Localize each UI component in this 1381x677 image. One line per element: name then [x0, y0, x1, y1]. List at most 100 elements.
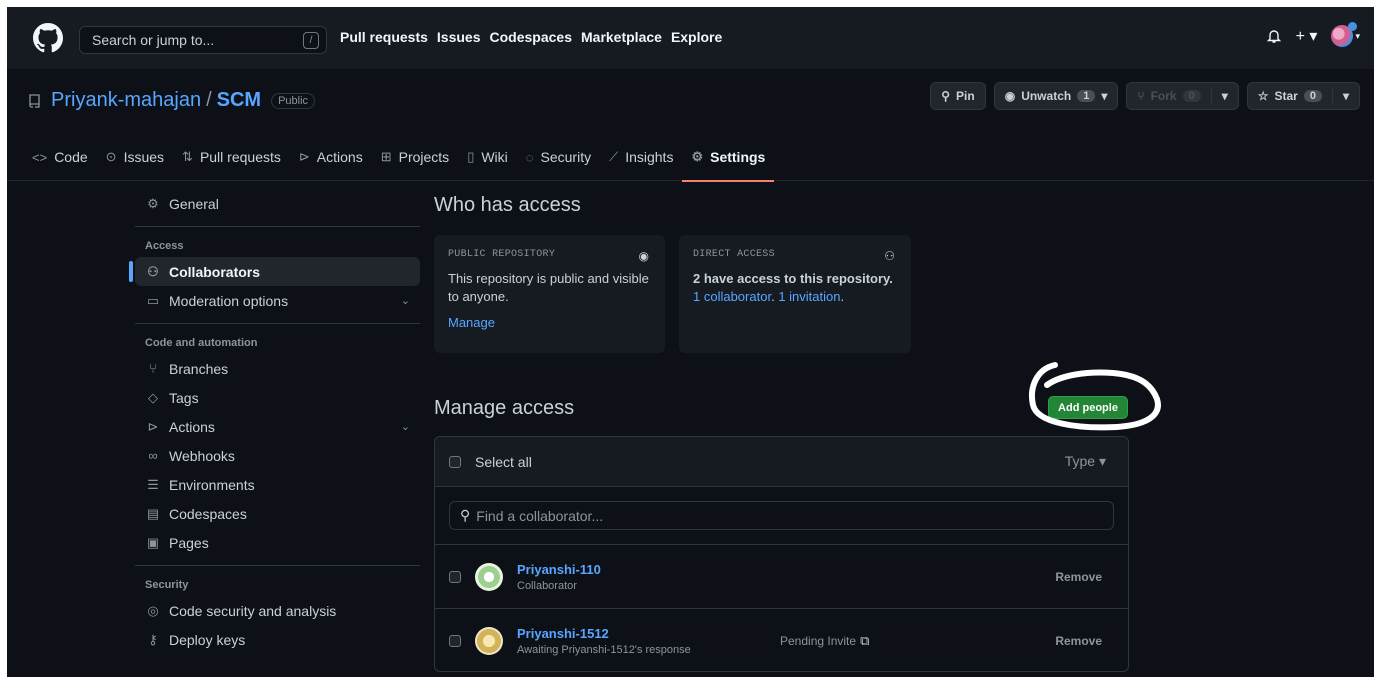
collaborator-link[interactable]: 1 collaborator	[693, 289, 771, 304]
tab-label: Security	[540, 149, 592, 165]
tab-settings[interactable]: ⚙ Settings	[682, 139, 775, 182]
pending-invite-text: Pending Invite	[780, 634, 857, 648]
unwatch-button[interactable]: ◉ Unwatch 1 ▾	[993, 82, 1119, 110]
tab-code[interactable]: <> Code	[23, 139, 97, 175]
table-row: Priyanshi-1512 Awaiting Priyanshi-1512's…	[435, 609, 1128, 671]
row-checkbox[interactable]	[449, 635, 461, 647]
sidebar-item-moderation[interactable]: ▭ Moderation options ⌄	[135, 286, 420, 315]
manage-link[interactable]: Manage	[448, 314, 651, 332]
tab-security[interactable]: ◌ Security	[517, 139, 600, 175]
nav-explore[interactable]: Explore	[671, 29, 722, 45]
public-repository-card: PUBLIC REPOSITORY ◉ This repository is p…	[434, 235, 665, 353]
tag-icon: ◇	[148, 389, 158, 405]
github-logo-icon[interactable]	[33, 23, 63, 53]
nav-pull-requests[interactable]: Pull requests	[340, 29, 428, 45]
card-label: DIRECT ACCESS	[693, 249, 775, 260]
tab-label: Actions	[316, 149, 363, 165]
sidebar-item-webhooks[interactable]: ∞ Webhooks	[135, 441, 420, 470]
repo-tabs: <> Code ⊙ Issues ⇅ Pull requests ⊳ Actions ⊞…	[23, 139, 775, 182]
tab-issues[interactable]: ⊙ Issues	[97, 139, 173, 175]
fork-label: Fork	[1150, 89, 1177, 103]
collaborator-name-link[interactable]: Priyanshi-110	[517, 562, 601, 577]
find-collaborator-bar: ⚲ Find a collaborator...	[435, 487, 1128, 545]
issue-icon: ⊙	[105, 149, 117, 164]
tab-label: Insights	[625, 149, 674, 165]
pin-label: Pin	[956, 89, 975, 103]
repo-actions: ⚲ Pin ◉ Unwatch 1 ▾ ⑂ Fork 0 ▾ ☆ Star 0 …	[930, 82, 1360, 110]
divider	[135, 565, 420, 566]
sidebar-item-pages[interactable]: ▣ Pages	[135, 528, 420, 557]
sidebar-item-code-security[interactable]: ◎ Code security and analysis	[135, 596, 420, 625]
graph-icon: ⟋	[609, 149, 619, 164]
nav-codespaces[interactable]: Codespaces	[490, 29, 572, 45]
search-icon: ⚲	[460, 507, 471, 523]
sidebar-item-branches[interactable]: ⑂ Branches	[135, 354, 420, 383]
nav-issues[interactable]: Issues	[437, 29, 481, 45]
sidebar-item-deploy-keys[interactable]: ⚷ Deploy keys	[135, 625, 420, 654]
select-all-checkbox[interactable]	[449, 455, 461, 468]
table-icon: ⊞	[380, 149, 392, 164]
browser-icon: ▣	[146, 534, 160, 550]
sidebar-item-label: Webhooks	[169, 447, 235, 464]
repo-name-link[interactable]: SCM	[217, 89, 261, 112]
star-button[interactable]: ☆ Star 0 ▾	[1246, 82, 1360, 110]
github-window: Search or jump to... / Pull requests Iss…	[7, 7, 1374, 677]
sidebar-item-codespaces[interactable]: ▤ Codespaces	[135, 499, 420, 528]
user-avatar[interactable]	[1331, 22, 1358, 47]
remove-button[interactable]: Remove	[1055, 570, 1102, 584]
chevron-down-icon[interactable]: ▾	[1355, 31, 1360, 42]
tab-insights[interactable]: ⟋ Insights	[600, 139, 682, 175]
header-actions: + ▾ ▾	[1266, 22, 1360, 47]
sidebar-item-actions[interactable]: ⊳ Actions ⌄	[135, 412, 420, 441]
pin-button[interactable]: ⚲ Pin	[930, 82, 986, 110]
tab-label: Wiki	[481, 149, 508, 165]
pending-invite-label: Pending Invite ⧉	[780, 633, 869, 649]
remove-button[interactable]: Remove	[1055, 634, 1102, 648]
bell-icon[interactable]	[1266, 28, 1282, 44]
tab-label: Issues	[123, 149, 165, 165]
sidebar-item-label: Moderation options	[169, 292, 289, 309]
add-people-button[interactable]: Add people	[1048, 396, 1128, 419]
fork-dropdown-icon[interactable]: ▾	[1210, 89, 1228, 103]
global-search-input[interactable]: Search or jump to... /	[79, 26, 327, 54]
type-filter-dropdown[interactable]: Type ▾	[1065, 453, 1106, 470]
fork-button[interactable]: ⑂ Fork 0 ▾	[1126, 82, 1239, 110]
tab-actions[interactable]: ⊳ Actions	[290, 139, 372, 175]
create-new-icon[interactable]: + ▾	[1296, 26, 1318, 46]
sidebar-item-label: Environments	[169, 476, 255, 493]
list-header: Select all Type ▾	[435, 437, 1128, 487]
people-icon: ⚇	[884, 249, 895, 263]
tab-label: Code	[54, 149, 88, 165]
sidebar-item-environments[interactable]: ☰ Environments	[135, 470, 420, 499]
sidebar-item-collaborators[interactable]: ⚇ Collaborators	[129, 257, 420, 286]
sidebar-item-label: Deploy keys	[169, 631, 246, 648]
star-dropdown-icon[interactable]: ▾	[1331, 89, 1349, 103]
shield-icon: ◌	[525, 149, 534, 165]
repo-title: Priyank-mahajan / SCM Public	[27, 89, 316, 112]
tab-wiki[interactable]: ▯ Wiki	[458, 139, 517, 175]
repo-owner-link[interactable]: Priyank-mahajan	[51, 89, 201, 112]
comment-icon: ▭	[146, 292, 160, 308]
divider	[135, 226, 420, 227]
avatar	[475, 562, 503, 591]
gear-icon: ⚙	[691, 149, 704, 164]
tab-projects[interactable]: ⊞ Projects	[372, 139, 458, 175]
card-text: This repository is public and visible to…	[448, 271, 649, 304]
eye-icon: ◉	[1004, 89, 1016, 103]
sidebar-item-tags[interactable]: ◇ Tags	[135, 383, 420, 412]
card-label: PUBLIC REPOSITORY	[448, 249, 556, 260]
sidebar-item-general[interactable]: ⚙ General	[135, 189, 420, 218]
sidebar-item-label: Actions	[169, 418, 215, 435]
chevron-down-icon: ⌄	[400, 295, 410, 307]
sidebar-heading-security: Security	[145, 579, 189, 591]
nav-marketplace[interactable]: Marketplace	[581, 29, 662, 45]
collaborator-name-link[interactable]: Priyanshi-1512	[517, 626, 691, 641]
tab-pull-requests[interactable]: ⇅ Pull requests	[173, 139, 290, 175]
invitation-link[interactable]: 1 invitation	[778, 289, 840, 304]
copy-icon[interactable]: ⧉	[860, 633, 869, 649]
row-checkbox[interactable]	[449, 570, 461, 583]
table-row: Priyanshi-110 Collaborator Remove	[435, 545, 1128, 609]
sidebar-heading-access: Access	[145, 240, 184, 252]
find-collaborator-input[interactable]: ⚲ Find a collaborator...	[449, 501, 1114, 530]
card-text: 2 have access to this repository. 1 coll…	[693, 270, 897, 306]
